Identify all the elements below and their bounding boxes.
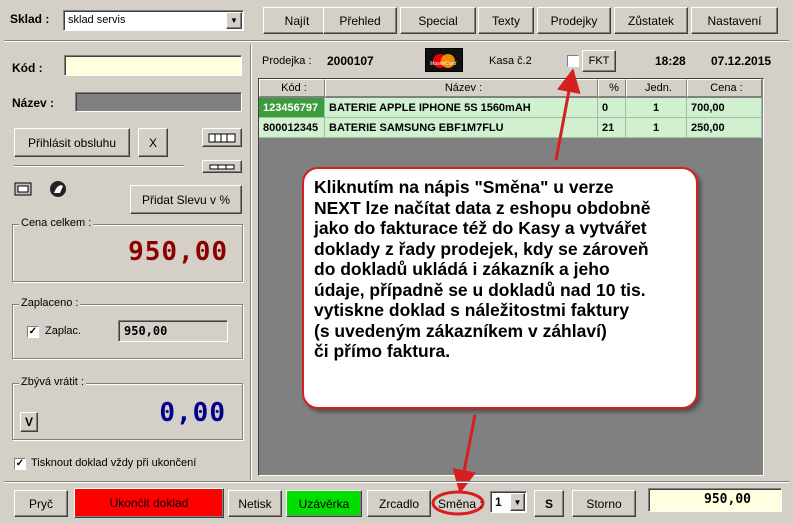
grid-icon <box>209 164 235 169</box>
kod-input[interactable] <box>64 55 242 76</box>
column-header-nazev[interactable]: Název : <box>325 79 598 97</box>
toolbar-najit-button[interactable]: Najít <box>263 7 331 34</box>
zaplac-checkbox[interactable]: ✓ <box>27 326 39 338</box>
zaplaceno-label: Zaplaceno : <box>19 297 81 309</box>
zbyva-vratit-group: Zbývá vrátit : V 0,00 <box>12 376 243 440</box>
total-display: 950,00 <box>648 488 782 512</box>
netisk-button[interactable]: Netisk <box>228 490 282 517</box>
nazev-label: Název : <box>12 96 55 110</box>
chevron-down-icon[interactable]: ▼ <box>226 12 242 29</box>
vertical-separator <box>250 44 252 480</box>
smena-label[interactable]: Směna : <box>438 497 483 511</box>
mastercard-icon: MasterCard <box>425 48 463 72</box>
zaplac-input-value: 950,00 <box>124 324 168 338</box>
toolbar-texty-button[interactable]: Texty <box>478 7 534 34</box>
customer-icon[interactable] <box>48 180 68 198</box>
zbyva-vratit-value: 0,00 <box>159 398 226 428</box>
callout-line: vytiskne doklad s náležitostmi faktury <box>314 300 630 320</box>
callout-line: údaje, případně se u dokladů nad 10 tis. <box>314 279 646 300</box>
zaplac-label: Zaplac. <box>45 325 82 337</box>
toolbar-zustatek-button[interactable]: Zůstatek <box>614 7 688 34</box>
annotation-callout: Kliknutím na nápis "Směna" u verze NEXT … <box>302 167 698 409</box>
cell-percent: 21 <box>598 118 626 138</box>
sklad-label: Sklad : <box>10 12 50 26</box>
kasa-label: Kasa č.2 <box>489 55 532 67</box>
callout-line: Kliknutím na nápis "Směna" u verze <box>314 177 614 197</box>
mastercard-text: MasterCard <box>430 61 457 67</box>
pryc-button[interactable]: Pryč <box>14 490 68 517</box>
cell-kod: 800012345 <box>259 118 325 138</box>
form-separator <box>14 165 184 167</box>
grid-icon <box>208 133 236 142</box>
zaplaceno-group: Zaplaceno : ✓ Zaplac. 950,00 <box>12 297 243 359</box>
toolbar-prodejky-button[interactable]: Prodejky <box>537 7 611 34</box>
callout-line: NEXT lze načítat data z eshopu obdobně <box>314 197 651 218</box>
column-header-cena[interactable]: Cena : <box>687 79 762 97</box>
toolbar-special-button[interactable]: Special <box>400 7 476 34</box>
cell-nazev: BATERIE SAMSUNG EBF1M7FLU <box>325 118 598 138</box>
nazev-input[interactable] <box>75 92 242 112</box>
prodejka-number: 2000107 <box>327 54 374 68</box>
cell-percent: 0 <box>598 98 626 118</box>
tisknout-label: Tisknout doklad vždy při ukončení <box>31 457 197 469</box>
fkt-button[interactable]: FKT <box>582 50 616 72</box>
storno-button[interactable]: Storno <box>572 490 636 517</box>
total-display-value: 950,00 <box>704 492 751 507</box>
kod-label: Kód : <box>12 61 43 75</box>
cena-celkem-value: 950,00 <box>128 237 228 267</box>
toolbar-nastaveni-button[interactable]: Nastavení <box>691 7 778 34</box>
smena-select[interactable]: 1 ▼ <box>490 491 527 513</box>
tisknout-checkbox[interactable]: ✓ <box>14 458 26 470</box>
prodejka-label: Prodejka : <box>262 55 312 67</box>
cell-jedn: 1 <box>626 118 687 138</box>
cell-cena: 250,00 <box>687 118 762 138</box>
cena-celkem-label: Cena celkem : <box>19 217 94 229</box>
uzaverka-button[interactable]: Uzávěrka <box>286 490 362 517</box>
toolbar-prehled-button[interactable]: Přehled <box>323 7 397 34</box>
callout-line: doklady z řady prodejek, kdy se zároveň <box>314 238 649 259</box>
prihlasit-obsluhu-button[interactable]: Přihlásit obsluhu <box>14 128 130 157</box>
pridat-slevu-button[interactable]: Přidat Slevu v % <box>130 185 242 214</box>
cell-kod: 123456797 <box>259 98 325 118</box>
close-button[interactable]: X <box>138 128 168 157</box>
column-header-kod[interactable]: Kód : <box>259 79 325 97</box>
toolbar-separator <box>4 40 789 42</box>
keyboard-grid-button[interactable] <box>202 128 242 147</box>
column-header-jedn[interactable]: Jedn. <box>626 79 687 97</box>
cena-celkem-group: Cena celkem : 950,00 <box>12 217 243 282</box>
zbyva-vratit-label: Zbývá vrátit : <box>19 376 86 388</box>
callout-line: (s uvedeným zákazníkem v záhlaví) <box>314 320 607 341</box>
cash-drawer-icon[interactable] <box>14 181 32 197</box>
column-header-percent[interactable]: % <box>598 79 626 97</box>
cell-jedn: 1 <box>626 98 687 118</box>
callout-line: do dokladů ukládá i zákazník a jeho <box>314 259 610 279</box>
zrcadlo-button[interactable]: Zrcadlo <box>367 490 431 517</box>
time-display: 18:28 <box>655 54 686 68</box>
small-grid-button[interactable] <box>202 160 242 173</box>
callout-line: či přímo faktura. <box>314 341 451 361</box>
sklad-select[interactable]: sklad servis ▼ <box>63 10 244 31</box>
smena-select-value: 1 <box>495 495 502 509</box>
bottom-separator <box>4 481 789 483</box>
sklad-select-value: sklad servis <box>68 14 126 26</box>
ukoncit-doklad-button[interactable]: Ukončit doklad <box>74 488 224 518</box>
s-button[interactable]: S <box>534 490 564 517</box>
v-button[interactable]: V <box>20 412 38 432</box>
zaplac-input[interactable]: 950,00 <box>118 320 228 342</box>
callout-line: jako do fakturace též do Kasy a vytvářet <box>314 218 647 238</box>
fkt-checkbox[interactable] <box>567 55 579 67</box>
date-display: 07.12.2015 <box>711 54 772 68</box>
cell-cena: 700,00 <box>687 98 762 118</box>
chevron-down-icon[interactable]: ▼ <box>510 493 525 511</box>
cell-nazev: BATERIE APPLE IPHONE 5S 1560mAH <box>325 98 598 118</box>
